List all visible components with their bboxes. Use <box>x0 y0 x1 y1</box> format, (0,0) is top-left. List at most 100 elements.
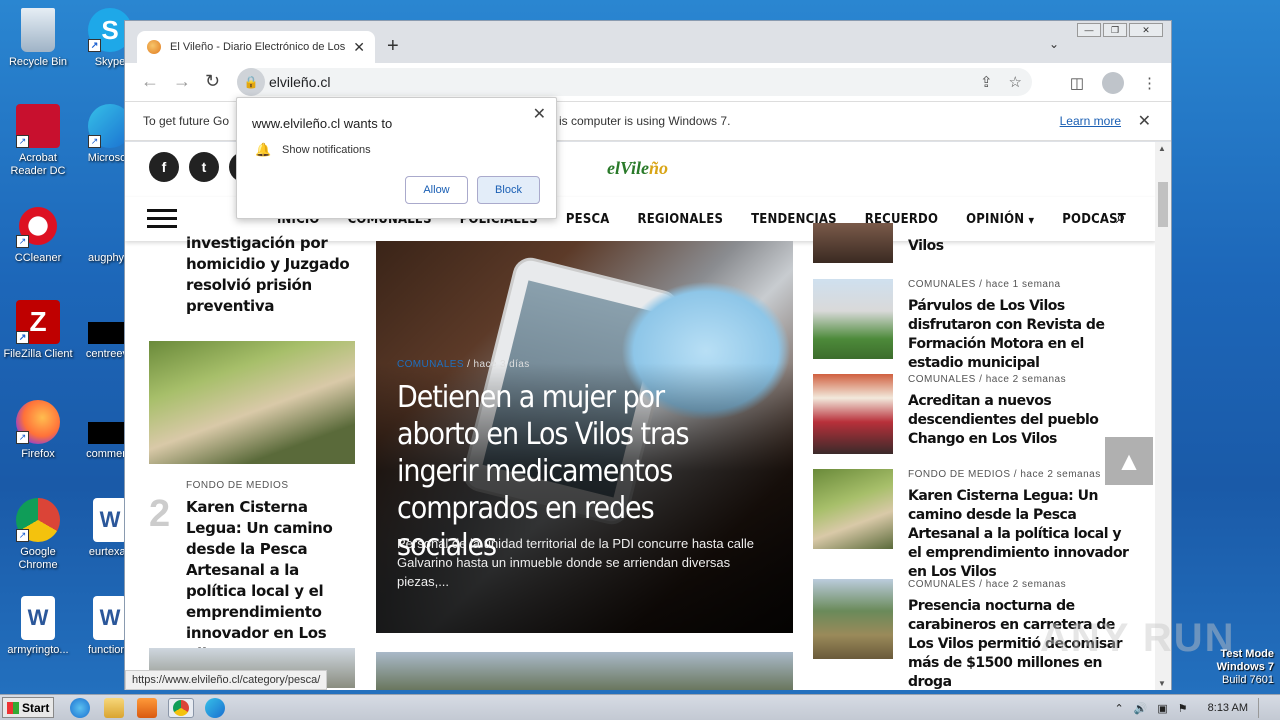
media-player-taskbar-icon[interactable] <box>137 698 157 718</box>
latest-thumb <box>813 374 893 454</box>
site-logo[interactable]: elVileño <box>607 158 668 179</box>
action-center-flag-icon[interactable]: ⚑ <box>1178 702 1188 715</box>
trending-item-2-photo[interactable] <box>149 341 355 464</box>
anyrun-watermark: ANY RUN <box>1040 616 1236 660</box>
back-button[interactable]: ← <box>141 71 159 92</box>
redacted-thumbnail <box>88 322 124 344</box>
scroll-to-top-button[interactable]: ▲ <box>1105 437 1153 485</box>
latest-title[interactable]: Acreditan a nuevos descendientes del pue… <box>908 392 1133 449</box>
lock-icon[interactable]: 🔒 <box>237 68 265 96</box>
ccleaner-icon: ↗ <box>16 204 60 248</box>
reload-button[interactable]: ↻ <box>205 71 220 92</box>
nav-regionales[interactable]: REGIONALES <box>638 212 724 227</box>
permission-label: Show notifications <box>282 144 371 156</box>
latest-time: hace 2 semanas <box>985 579 1067 590</box>
close-window-button[interactable]: ✕ <box>1129 23 1163 37</box>
tab-search-chevron-icon[interactable]: ⌄ <box>1049 37 1059 51</box>
hero-summary: Personal de la unidad territorial de la … <box>397 536 754 589</box>
latest-category[interactable]: COMUNALES <box>908 579 976 590</box>
chrome-icon: ↗ <box>16 498 60 542</box>
latest-time: hace 1 semana <box>985 279 1061 290</box>
infobar-close-icon[interactable]: ✕ <box>1138 111 1151 131</box>
bookmark-star-icon[interactable]: ☆ <box>1009 73 1022 91</box>
facebook-icon[interactable]: f <box>149 152 179 182</box>
desktop-icon-filezilla[interactable]: Z ↗ FileZilla Client <box>0 300 76 361</box>
side-panel-icon[interactable]: ◫ <box>1070 74 1084 92</box>
second-article-photo[interactable] <box>376 652 793 690</box>
close-tab-icon[interactable]: ✕ <box>353 39 365 56</box>
word-doc-icon: W <box>21 596 55 640</box>
latest-category[interactable]: FONDO DE MEDIOS <box>908 469 1011 480</box>
trending-item-1-title[interactable]: investigación por homicidio y Juzgado re… <box>186 233 356 317</box>
nav-opinion[interactable]: OPINIÓN ▼ <box>966 212 1034 227</box>
page-viewport: f t i elVileño INICIO COMUNALES POLICIAL… <box>125 142 1156 690</box>
desktop-icon-firefox[interactable]: ↗ Firefox <box>0 400 76 461</box>
redacted-thumbnail <box>88 422 124 444</box>
trending-item-2-title[interactable]: Karen Cisterna Legua: Un camino desde la… <box>186 497 354 665</box>
latest-title[interactable]: Vilos <box>908 237 1133 256</box>
restore-button[interactable]: ❐ <box>1103 23 1127 37</box>
allow-button[interactable]: Allow <box>405 176 468 204</box>
latest-time: hace 2 semanas <box>985 374 1067 385</box>
tray-expand-icon[interactable]: ⌃ <box>1114 702 1123 715</box>
scrollbar-thumb[interactable] <box>1158 182 1168 227</box>
hero-time: hace 3 días <box>473 359 530 370</box>
block-button[interactable]: Block <box>477 176 540 204</box>
icon-label: armyringto... <box>7 644 69 656</box>
minimize-button[interactable]: — <box>1077 23 1101 37</box>
dropdown-caret-icon: ▼ <box>1028 216 1035 225</box>
popup-title: www.elvileño.cl wants to <box>252 116 393 131</box>
address-bar[interactable]: 🔒 elvileño.cl ⇪ ☆ <box>237 68 1032 96</box>
icon-label: Recycle Bin <box>8 56 68 68</box>
scroll-down-arrow-icon[interactable]: ▼ <box>1158 679 1166 688</box>
trending-item-2-category[interactable]: FONDO DE MEDIOS <box>186 480 289 491</box>
scroll-up-arrow-icon[interactable]: ▲ <box>1158 144 1166 153</box>
chrome-taskbar-icon[interactable] <box>168 698 194 718</box>
explorer-taskbar-icon[interactable] <box>104 698 124 718</box>
search-icon[interactable]: ⌕ <box>1116 207 1126 228</box>
ie-taskbar-icon[interactable] <box>70 698 90 718</box>
desktop-icon-chrome[interactable]: ↗ Google Chrome <box>0 498 76 572</box>
site-favicon <box>147 40 161 54</box>
hero-article[interactable]: COMUNALES / hace 3 días Detienen a mujer… <box>376 241 793 633</box>
latest-title[interactable]: Karen Cisterna Legua: Un camino desde la… <box>908 487 1133 582</box>
latest-category[interactable]: COMUNALES <box>908 374 976 385</box>
page-scrollbar[interactable]: ▲ ▼ <box>1155 142 1171 690</box>
nav-pesca[interactable]: PESCA <box>566 212 610 227</box>
browser-tab[interactable]: El Vileño - Diario Electrónico de Los V … <box>137 31 375 63</box>
popup-close-icon[interactable]: ✕ <box>533 104 546 124</box>
system-tray: ⌃ 🔊 ▣ ⚑ 8:13 AM <box>1114 695 1280 720</box>
desktop-icon-recycle-bin[interactable]: Recycle Bin <box>0 8 76 69</box>
latest-category[interactable]: COMUNALES <box>908 279 976 290</box>
clock[interactable]: 8:13 AM <box>1208 702 1248 714</box>
forward-button[interactable]: → <box>173 71 191 92</box>
desktop-icon-acrobat[interactable]: ↗ Acrobat Reader DC <box>0 104 76 178</box>
latest-thumb <box>813 223 893 263</box>
share-icon[interactable]: ⇪ <box>980 73 993 91</box>
menu-kebab-icon[interactable]: ⋮ <box>1142 74 1157 92</box>
notification-permission-popup: www.elvileño.cl wants to ✕ 🔔 Show notifi… <box>236 97 557 219</box>
new-tab-button[interactable]: + <box>387 35 399 58</box>
start-button[interactable]: Start <box>2 697 54 718</box>
learn-more-link[interactable]: Learn more <box>1060 114 1121 128</box>
hamburger-menu-icon[interactable] <box>147 209 177 233</box>
network-icon[interactable]: ▣ <box>1157 702 1167 715</box>
show-desktop-button[interactable] <box>1258 698 1272 718</box>
twitter-icon[interactable]: t <box>189 152 219 182</box>
edge-taskbar-icon[interactable] <box>205 698 225 718</box>
latest-thumb <box>813 579 893 659</box>
windows-logo-icon <box>7 701 19 714</box>
latest-title[interactable]: Párvulos de Los Vilos disfrutaron con Re… <box>908 297 1133 373</box>
volume-icon[interactable]: 🔊 <box>1134 702 1148 715</box>
hero-category[interactable]: COMUNALES <box>397 359 464 370</box>
profile-avatar[interactable] <box>1102 72 1124 94</box>
tab-title: El Vileño - Diario Electrónico de Los V <box>170 41 346 53</box>
infobar-text-end: is computer is using Windows 7. <box>559 114 731 128</box>
desktop-icon-armyringto[interactable]: W armyringto... <box>0 596 76 657</box>
word-doc-icon: W <box>93 596 127 640</box>
acrobat-icon: ↗ <box>16 104 60 148</box>
watermark-line: Build 7601 <box>1222 674 1274 686</box>
logo-accent: ño <box>649 158 669 178</box>
desktop-icon-ccleaner[interactable]: ↗ CCleaner <box>0 204 76 265</box>
url-text: elvileño.cl <box>269 74 331 90</box>
